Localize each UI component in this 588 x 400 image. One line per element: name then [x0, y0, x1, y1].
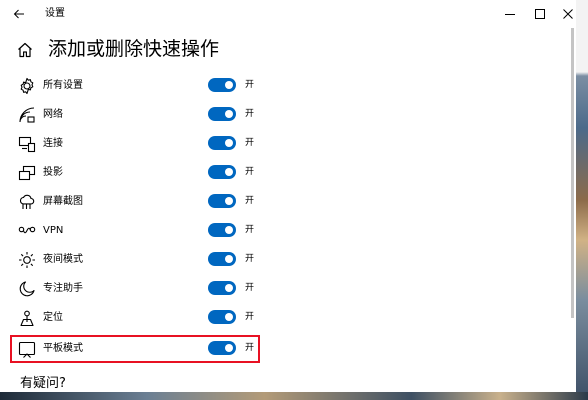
night-light-icon	[19, 252, 35, 268]
location-icon	[20, 310, 34, 327]
row-label: 投影	[43, 167, 63, 178]
toggle-knob	[225, 168, 233, 176]
page-header: 添加或删除快速操作	[0, 34, 576, 64]
toggle-knob	[225, 139, 233, 147]
moon-icon	[19, 281, 35, 297]
all-settings-toggle[interactable]	[208, 78, 236, 92]
row-label: VPN	[43, 225, 64, 236]
project-icon	[18, 165, 36, 181]
network-toggle[interactable]	[208, 107, 236, 121]
toggle-state: 开	[245, 254, 255, 264]
screenshot-icon	[19, 194, 35, 209]
row-label: 夜间模式	[43, 254, 83, 265]
row-label: 网络	[43, 109, 63, 120]
vpn-toggle[interactable]	[208, 223, 236, 237]
toggle-state: 开	[245, 167, 255, 177]
night-light-toggle[interactable]	[208, 252, 236, 266]
row-label: 专注助手	[43, 283, 83, 294]
row-label: 连接	[43, 138, 63, 149]
connect-toggle[interactable]	[208, 136, 236, 150]
page-title: 添加或删除快速操作	[48, 38, 220, 60]
connect-icon	[18, 136, 36, 153]
toggle-state: 开	[245, 312, 255, 322]
back-button[interactable]	[10, 5, 28, 23]
toggle-knob	[225, 255, 233, 263]
scrollbar[interactable]	[571, 28, 574, 318]
toggle-knob	[225, 226, 233, 234]
network-icon	[19, 107, 35, 123]
screenshot-toggle[interactable]	[208, 194, 236, 208]
vpn-icon	[18, 226, 36, 234]
gear-icon	[20, 77, 34, 95]
toggle-state: 开	[245, 283, 255, 293]
quick-action-row-screenshot: 屏幕截图 开	[0, 188, 300, 217]
toggle-state: 开	[245, 225, 255, 235]
quick-action-row-all-settings: 所有设置 开	[0, 72, 300, 101]
desktop-background-bottom	[0, 392, 588, 400]
quick-action-row-location: 定位 开	[0, 304, 300, 333]
minimize-button[interactable]	[494, 0, 526, 28]
row-label: 定位	[43, 312, 63, 323]
toggle-knob	[225, 81, 233, 89]
close-icon	[563, 9, 573, 19]
toggle-knob	[225, 110, 233, 118]
help-heading: 有疑问?	[20, 376, 66, 391]
row-label: 屏幕截图	[43, 196, 83, 207]
desktop-background	[576, 0, 588, 400]
row-label: 所有设置	[43, 80, 83, 91]
quick-action-row-project: 投影 开	[0, 159, 300, 188]
location-toggle[interactable]	[208, 310, 236, 324]
quick-action-row-connect: 连接 开	[0, 130, 300, 159]
maximize-icon	[535, 9, 545, 19]
title-bar: 设置	[0, 0, 576, 28]
toggle-knob	[225, 284, 233, 292]
toggle-knob	[225, 313, 233, 321]
settings-window: 设置 添加或删除快速操作 所有设置 开 网络 开 连接 开 投影 开 屏幕截图 …	[0, 0, 576, 392]
minimize-icon	[505, 14, 515, 15]
toggle-state: 开	[245, 196, 255, 206]
project-toggle[interactable]	[208, 165, 236, 179]
back-arrow-icon	[13, 9, 24, 19]
quick-action-row-focus-assist: 专注助手 开	[0, 275, 300, 304]
tablet-mode-highlight-box	[10, 335, 260, 363]
quick-action-row-vpn: VPN 开	[0, 217, 300, 246]
toggle-state: 开	[245, 109, 255, 119]
home-icon[interactable]	[16, 41, 34, 59]
quick-action-row-night-light: 夜间模式 开	[0, 246, 300, 275]
focus-assist-toggle[interactable]	[208, 281, 236, 295]
toggle-state: 开	[245, 138, 255, 148]
close-button[interactable]	[552, 0, 576, 28]
toggle-state: 开	[245, 80, 255, 90]
window-title: 设置	[45, 8, 65, 19]
toggle-knob	[225, 197, 233, 205]
quick-action-row-network: 网络 开	[0, 101, 300, 130]
